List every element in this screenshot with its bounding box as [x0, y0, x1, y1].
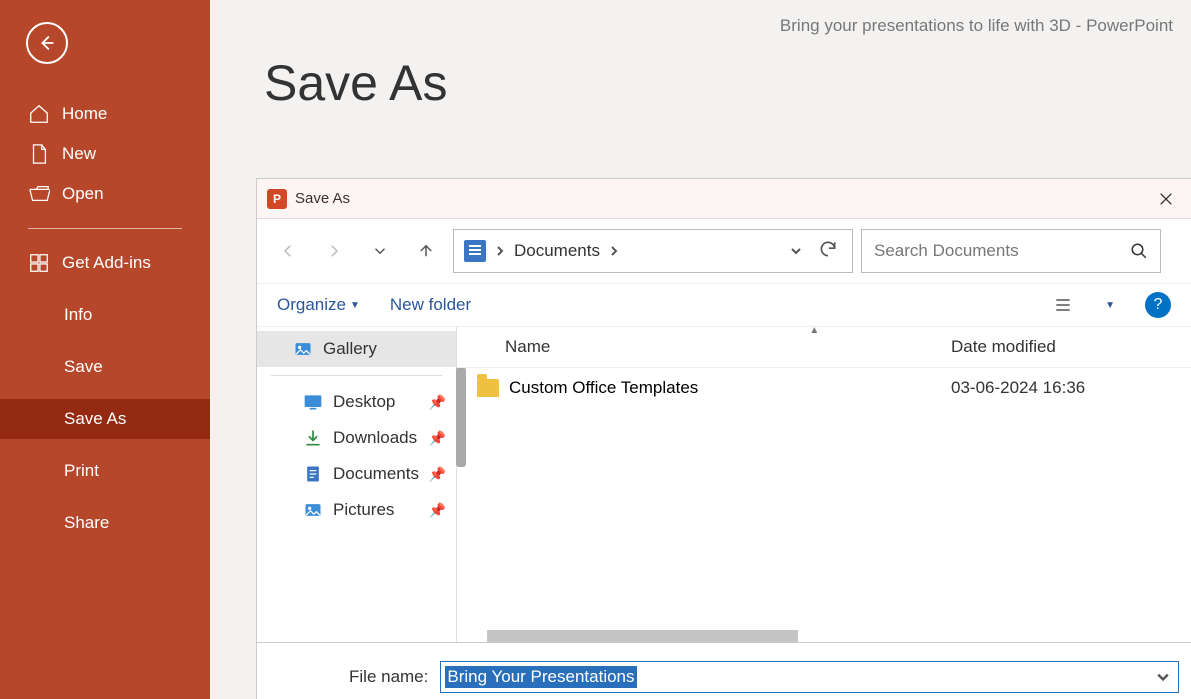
pin-icon[interactable]: 📌: [429, 430, 446, 447]
help-button[interactable]: ?: [1145, 292, 1171, 318]
tree-gallery[interactable]: Gallery: [257, 331, 456, 367]
filename-value: Bring Your Presentations: [445, 666, 636, 688]
nav-new[interactable]: New: [0, 134, 210, 174]
close-icon: [1158, 191, 1174, 207]
nav-forward-button[interactable]: [315, 232, 353, 270]
back-button[interactable]: [26, 22, 68, 64]
nav-print[interactable]: Print: [0, 451, 210, 491]
dialog-title: Save As: [295, 190, 350, 207]
toolbar-row: Organize ▼ New folder ▼ ?: [257, 284, 1191, 327]
pin-icon[interactable]: 📌: [429, 502, 446, 519]
new-folder-button[interactable]: New folder: [390, 295, 471, 315]
col-name[interactable]: Name: [505, 337, 951, 357]
nav-home[interactable]: Home: [0, 94, 210, 134]
pictures-icon: [303, 500, 323, 520]
nav-row: Documents Search Documents: [257, 219, 1191, 284]
pin-icon[interactable]: 📌: [429, 466, 446, 483]
col-date[interactable]: Date modified: [951, 337, 1171, 357]
breadcrumb: Documents: [514, 241, 600, 261]
main-area: Bring your presentations to life with 3D…: [210, 0, 1191, 699]
powerpoint-icon: [267, 189, 287, 209]
gallery-icon: [293, 339, 313, 359]
file-icon: [28, 143, 50, 165]
nav-save[interactable]: Save: [0, 347, 210, 387]
search-icon: [1130, 242, 1148, 260]
tree-pictures[interactable]: Pictures 📌: [257, 492, 456, 528]
tree-desktop[interactable]: Desktop 📌: [257, 384, 456, 420]
address-bar[interactable]: Documents: [453, 229, 853, 273]
window-title: Bring your presentations to life with 3D…: [780, 16, 1173, 36]
addins-icon: [28, 252, 50, 274]
chevron-down-icon: ▼: [350, 300, 360, 311]
filename-label: File name:: [349, 667, 428, 687]
organize-dropdown[interactable]: Organize ▼: [277, 295, 360, 315]
view-options-button[interactable]: [1051, 293, 1075, 317]
search-placeholder: Search Documents: [874, 241, 1019, 261]
nav-addins[interactable]: Get Add-ins: [0, 243, 210, 283]
chevron-down-icon[interactable]: ▼: [1105, 300, 1115, 311]
close-button[interactable]: [1151, 184, 1181, 214]
backstage-sidebar: Home New Open Get Add-ins Info Save Save…: [0, 0, 210, 699]
nav-info[interactable]: Info: [0, 295, 210, 335]
location-icon: [464, 240, 486, 262]
nav-home-label: Home: [62, 104, 107, 124]
filename-dropdown[interactable]: [1152, 671, 1174, 683]
nav-addins-label: Get Add-ins: [62, 253, 151, 273]
nav-recent-dropdown[interactable]: [361, 232, 399, 270]
nav-saveas[interactable]: Save As: [0, 399, 210, 439]
search-input[interactable]: Search Documents: [861, 229, 1161, 273]
file-list: ▲ Name Date modified Custom Office Templ…: [457, 327, 1191, 642]
home-icon: [28, 103, 50, 125]
file-date: 03-06-2024 16:36: [951, 378, 1171, 398]
nav-open[interactable]: Open: [0, 174, 210, 214]
file-row[interactable]: Custom Office Templates 03-06-2024 16:36: [457, 368, 1191, 408]
nav-back-button[interactable]: [269, 232, 307, 270]
tree-documents[interactable]: Documents 📌: [257, 456, 456, 492]
file-name: Custom Office Templates: [509, 378, 941, 398]
pin-icon[interactable]: 📌: [429, 394, 446, 411]
documents-icon: [303, 464, 323, 484]
nav-tree: Gallery Desktop 📌 Downloads 📌: [257, 327, 457, 642]
folder-icon: [477, 379, 499, 397]
nav-new-label: New: [62, 144, 96, 164]
tree-downloads[interactable]: Downloads 📌: [257, 420, 456, 456]
backstage-separator: [28, 228, 182, 229]
folder-open-icon: [28, 183, 50, 205]
nav-up-button[interactable]: [407, 232, 445, 270]
downloads-icon: [303, 428, 323, 448]
save-as-dialog: Save As Documents: [256, 178, 1191, 699]
chevron-right-icon: [608, 245, 620, 257]
nav-open-label: Open: [62, 184, 104, 204]
nav-share[interactable]: Share: [0, 503, 210, 543]
desktop-icon: [303, 392, 323, 412]
filename-input[interactable]: Bring Your Presentations: [440, 661, 1179, 693]
arrow-left-icon: [36, 32, 58, 54]
filename-row: File name: Bring Your Presentations: [257, 643, 1191, 699]
dialog-titlebar: Save As: [257, 179, 1191, 219]
horizontal-scrollbar[interactable]: [487, 630, 931, 642]
page-title: Save As: [264, 54, 447, 112]
refresh-button[interactable]: [818, 239, 842, 263]
file-list-header[interactable]: Name Date modified: [457, 327, 1191, 368]
chevron-down-icon[interactable]: [788, 243, 804, 259]
chevron-right-icon: [494, 245, 506, 257]
file-area: Gallery Desktop 📌 Downloads 📌: [257, 327, 1191, 643]
tree-separator: [271, 375, 442, 376]
